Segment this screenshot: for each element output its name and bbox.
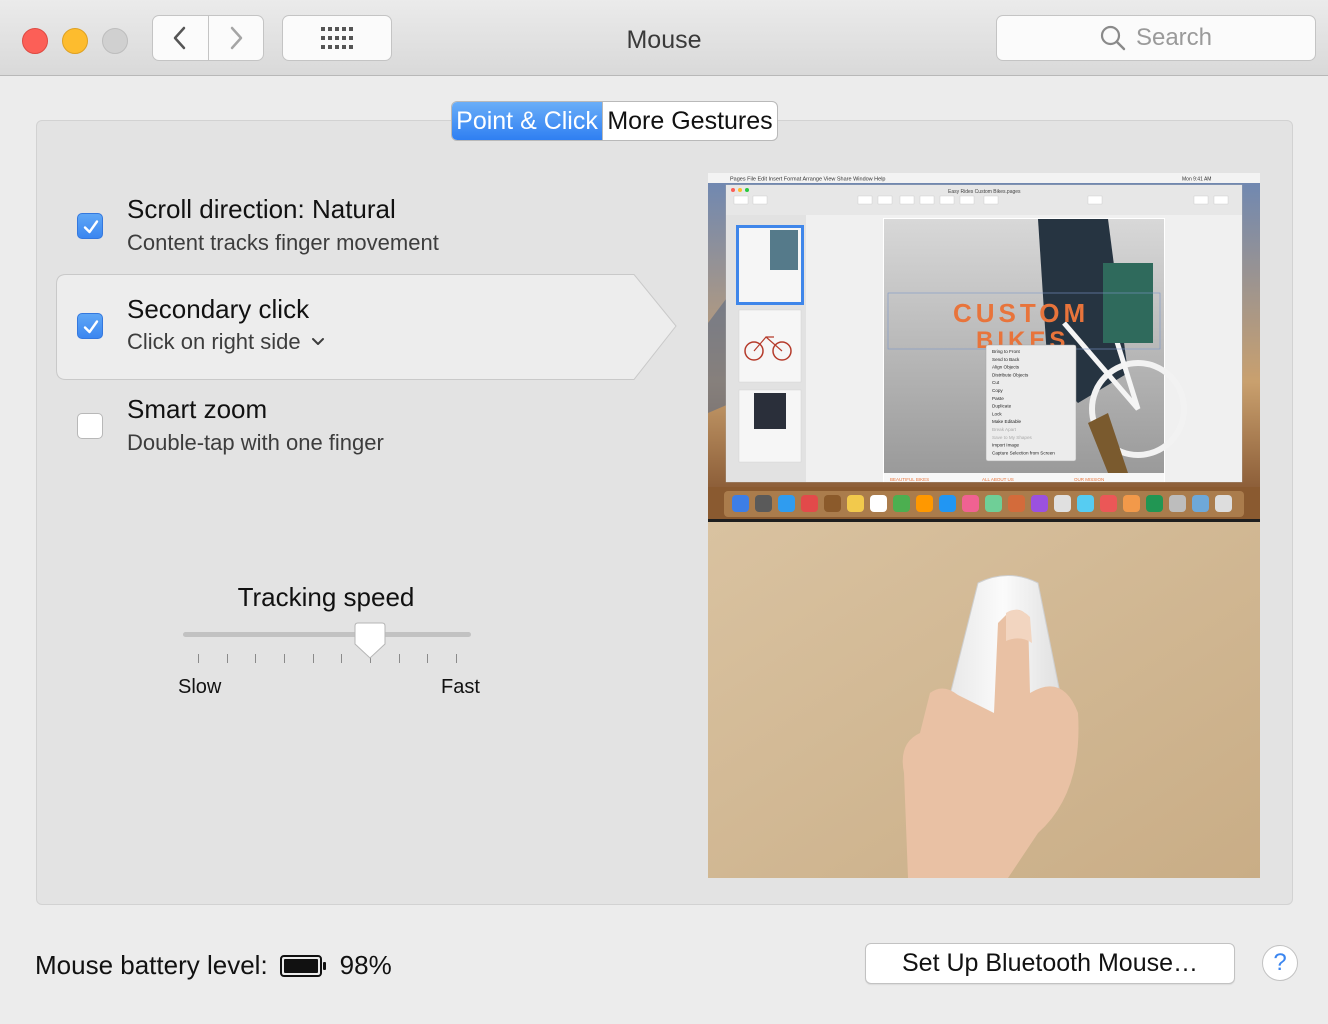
title-bar: Mouse Search bbox=[0, 0, 1328, 76]
preview-footer-label-2: ALL ABOUT US bbox=[982, 477, 1014, 482]
preview-context-menu-item: Capture Selection from Screen bbox=[992, 450, 1055, 455]
preview-doc-title: Easy Rides Custom Bikes.pages bbox=[948, 189, 1021, 195]
dock-app-icon bbox=[893, 495, 910, 512]
checkmark-icon bbox=[83, 320, 99, 334]
help-button[interactable]: ? bbox=[1262, 945, 1298, 981]
tracking-speed-track[interactable] bbox=[183, 632, 471, 637]
checkmark-icon bbox=[83, 220, 99, 234]
dock-app-icon bbox=[870, 495, 887, 512]
dock-app-icon bbox=[847, 495, 864, 512]
preview-context-menu-item: Duplicate bbox=[992, 404, 1012, 409]
preview-context-menu-item: Cut bbox=[992, 380, 1000, 385]
preview-context-menu-item: Break Apart bbox=[992, 427, 1017, 432]
setup-bluetooth-mouse-button[interactable]: Set Up Bluetooth Mouse… bbox=[865, 943, 1235, 984]
slider-tick bbox=[198, 654, 199, 663]
smart-zoom-title: Smart zoom bbox=[127, 394, 268, 424]
slider-tick bbox=[255, 654, 256, 663]
dock-app-icon bbox=[939, 495, 956, 512]
dock-app-icon bbox=[1054, 495, 1071, 512]
tab-more-gestures[interactable]: More Gestures bbox=[602, 102, 777, 140]
dock-app-icon bbox=[1146, 495, 1163, 512]
dock-app-icon bbox=[962, 495, 979, 512]
slider-tick bbox=[427, 654, 428, 663]
smart-zoom-subtitle: Double-tap with one finger bbox=[127, 430, 384, 455]
preview-context-menu-item: Align Objects bbox=[992, 365, 1020, 370]
preview-app-menu: Pages File Edit Insert Format Arrange Vi… bbox=[730, 177, 886, 183]
dock-app-icon bbox=[824, 495, 841, 512]
preview-headline-1: CUSTOM bbox=[953, 298, 1089, 328]
dock-app-icon bbox=[916, 495, 933, 512]
dock-app-icon bbox=[1008, 495, 1025, 512]
search-placeholder: Search bbox=[1135, 24, 1213, 51]
preview-context-menu-item: Save to My Shapes bbox=[992, 435, 1033, 440]
dock-app-icon bbox=[801, 495, 818, 512]
dock-app-icon bbox=[985, 495, 1002, 512]
preview-context-menu-item: Bring to Front bbox=[992, 349, 1021, 354]
slider-tick bbox=[313, 654, 314, 663]
secondary-click-dropdown[interactable]: Click on right side bbox=[127, 329, 325, 355]
scroll-direction-checkbox[interactable] bbox=[77, 213, 103, 239]
gesture-preview-video: Pages File Edit Insert Format Arrange Vi… bbox=[708, 173, 1260, 878]
slider-tick bbox=[341, 654, 342, 663]
slider-tick bbox=[399, 654, 400, 663]
preview-context-menu: Bring to Front Send to Back Align Objects D… bbox=[985, 344, 1077, 462]
preview-context-menu-item: Distribute Objects bbox=[992, 372, 1029, 377]
dock-app-icon bbox=[755, 495, 772, 512]
tracking-speed-thumb[interactable] bbox=[354, 622, 386, 660]
search-field[interactable]: Search bbox=[996, 15, 1316, 61]
dock-app-icon bbox=[732, 495, 749, 512]
tab-point-and-click[interactable]: Point & Click bbox=[452, 102, 602, 140]
dock-app-icon bbox=[1100, 495, 1117, 512]
scroll-direction-title: Scroll direction: Natural bbox=[127, 194, 396, 224]
dock-app-icon bbox=[1169, 495, 1186, 512]
slider-tick bbox=[284, 654, 285, 663]
slider-max-label: Fast bbox=[441, 676, 480, 698]
dock-app-icon bbox=[1077, 495, 1094, 512]
secondary-click-checkbox[interactable] bbox=[77, 313, 103, 339]
smart-zoom-checkbox[interactable] bbox=[77, 413, 103, 439]
battery-status: Mouse battery level: 98% bbox=[35, 950, 392, 981]
preview-context-menu-item: Send to Back bbox=[992, 357, 1020, 362]
battery-icon bbox=[279, 954, 326, 977]
dock-app-icon bbox=[1031, 495, 1048, 512]
preview-context-menu-item: Make Editable bbox=[992, 419, 1022, 424]
tracking-speed-title: Tracking speed bbox=[237, 582, 415, 612]
preview-context-menu-item: Copy bbox=[992, 388, 1003, 393]
selected-option-highlight bbox=[56, 274, 677, 380]
preview-context-menu-item: Lock bbox=[992, 411, 1002, 416]
preview-footer-label-1: BEAUTIFUL BIKES bbox=[890, 477, 929, 482]
search-icon bbox=[1100, 25, 1126, 51]
dock-app-icon bbox=[1192, 495, 1209, 512]
preview-context-menu-item: Import Image bbox=[992, 443, 1020, 448]
scroll-direction-subtitle: Content tracks finger movement bbox=[127, 230, 439, 255]
battery-label: Mouse battery level: bbox=[35, 950, 268, 980]
preview-context-menu-item: Paste bbox=[992, 396, 1004, 401]
dock-app-icon bbox=[1123, 495, 1140, 512]
dock-app-icon bbox=[1215, 495, 1232, 512]
tab-bar: Point & Click More Gestures bbox=[451, 101, 778, 141]
battery-value: 98% bbox=[339, 950, 392, 980]
slider-tick bbox=[227, 654, 228, 663]
slider-tick bbox=[456, 654, 457, 663]
preview-illustration: Pages File Edit Insert Format Arrange Vi… bbox=[708, 173, 1260, 878]
secondary-click-subtitle: Click on right side bbox=[127, 329, 301, 354]
dock-app-icon bbox=[778, 495, 795, 512]
preview-footer-label-3: OUR MISSION bbox=[1074, 477, 1104, 482]
preview-clock: Mon 9:41 AM bbox=[1182, 177, 1211, 183]
slider-min-label: Slow bbox=[178, 676, 222, 698]
secondary-click-title: Secondary click bbox=[127, 294, 310, 324]
chevron-down-icon bbox=[311, 338, 324, 345]
